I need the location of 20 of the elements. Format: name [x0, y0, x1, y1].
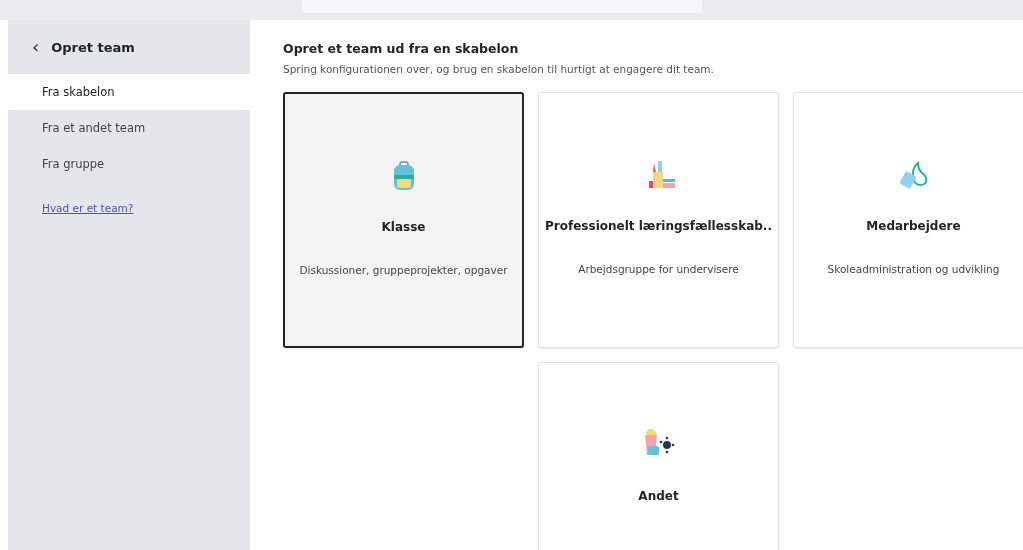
template-card[interactable]: Andet — [538, 362, 779, 550]
template-name: Klasse — [381, 220, 426, 234]
template-card[interactable]: Professionelt læringsfællesskab.. Arbejdsgruppe for undervisere — [538, 92, 779, 348]
template-description: Diskussioner, gruppeprojekter, opgaver — [299, 264, 508, 276]
template-card[interactable]: Klasse Diskussioner, gruppeprojekter, opgaver — [283, 92, 524, 348]
back-button[interactable]: ‹ — [28, 38, 44, 56]
template-name: Medarbejdere — [866, 219, 961, 233]
sidebar-item[interactable]: Fra skabelon — [8, 74, 250, 110]
lanyard-badge-icon — [897, 159, 930, 191]
page-subtitle: Spring konfigurationen over, og brug en skabelon til hurtigt at engagere dit team. — [283, 63, 715, 75]
template-name: Professionelt læringsfællesskab.. — [545, 219, 772, 233]
sidebar-item[interactable]: Fra et andet team — [8, 110, 250, 146]
template-name: Andet — [638, 489, 679, 503]
template-description: Arbejdsgruppe for undervisere — [578, 263, 739, 275]
sidebar-item[interactable]: Fra gruppe — [8, 146, 250, 182]
page-title: Opret et team ud fra en skabelon — [283, 41, 520, 56]
sidebar-title: Opret team — [51, 39, 135, 55]
template-description: Skoleadministration og udvikling — [827, 263, 1000, 275]
template-card[interactable]: Medarbejdere Skoleadministration og udvikling — [793, 92, 1023, 348]
help-link[interactable]: Hvad er et team? — [42, 202, 250, 214]
